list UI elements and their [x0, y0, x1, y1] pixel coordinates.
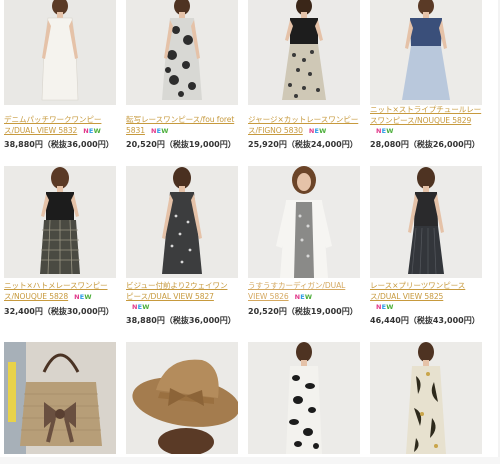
botanical-print-dress-photo[interactable]: [370, 342, 482, 454]
product-name[interactable]: ニット×ハトメレースワンピー ス/NOUQUE 5828 NEW: [4, 280, 124, 303]
product-name-line1: ニット×ハトメレースワンピー: [4, 281, 108, 290]
product-name-line1: ニット×ストライプチュールレー: [370, 105, 482, 114]
straw-hat-photo[interactable]: [126, 342, 238, 454]
product-price: 25,920円（税抜24,000円）: [248, 140, 358, 149]
product-name-line1: 転写レースワンピース/fou foret: [126, 115, 235, 124]
product-name-line1: ジャージ×カットレースワンピー: [248, 115, 359, 124]
product-price: 46,440円（税抜43,000円）: [370, 316, 480, 325]
product-name-line2: ス/FIGNO 5830: [248, 126, 303, 135]
product-name-line2: 5831: [126, 126, 145, 135]
blue-tulle-dress-photo[interactable]: [370, 0, 482, 105]
new-badge: NEW: [132, 303, 150, 311]
black-check-dress-photo[interactable]: [4, 166, 116, 278]
new-badge: NEW: [150, 127, 169, 135]
product-price: 20,520円（税抜19,000円）: [126, 140, 236, 149]
product-name-line2: ス/DUAL VIEW 5825: [370, 292, 444, 301]
product-name-line2: ス/DUAL VIEW 5832: [4, 126, 78, 135]
product-grid: デニムパッチワークワンピー ス/DUAL VIEW 5832 NEW 38,880…: [0, 0, 500, 464]
product-name-line1: ビジュー付前より2ウェイワン: [126, 281, 228, 290]
product-name-line1: デニムパッチワークワンピー: [4, 115, 102, 124]
new-badge: NEW: [294, 293, 313, 301]
product-name[interactable]: 転写レースワンピース/fou foret 5831 NEW: [126, 114, 246, 137]
black-lace-pleat-photo[interactable]: [370, 166, 482, 278]
product-name[interactable]: レース×プリーツワンピース ス/DUAL VIEW 5825: [370, 280, 490, 302]
product-price: 38,880円（税抜36,000円）: [4, 140, 114, 149]
new-badge: NEW: [83, 127, 101, 135]
product-name-line1: レース×プリーツワンピース: [370, 281, 466, 290]
product-price: 28,080円（税抜26,000円）: [370, 140, 480, 149]
new-badge: NEW: [376, 303, 394, 311]
new-badge: NEW: [308, 127, 327, 135]
new-badge: NEW: [74, 293, 92, 301]
product-name-line2: スワンピース/NOUQUE 5829: [370, 116, 472, 125]
product-name[interactable]: ニット×ストライプチュールレー スワンピース/NOUQUE 5829: [370, 104, 490, 126]
page-bottom-strip: [0, 457, 500, 464]
product-name[interactable]: デニムパッチワークワンピー ス/DUAL VIEW 5832 NEW: [4, 114, 124, 137]
product-price: 20,520円（税抜19,000円）: [248, 307, 358, 316]
product-price: 38,880円（税抜36,000円）: [126, 316, 236, 325]
white-cardigan-photo[interactable]: [248, 166, 360, 278]
black-lace-dress-photo[interactable]: [248, 0, 360, 105]
straw-bag-photo[interactable]: [4, 342, 116, 454]
product-price: 32,400円（税抜30,000円）: [4, 307, 114, 316]
floral-dress-photo[interactable]: [126, 0, 238, 105]
new-badge: NEW: [376, 127, 394, 135]
product-name[interactable]: うすうすカーディガン/DUAL VIEW 5826 NEW: [248, 280, 368, 303]
product-name[interactable]: ビジュー付前より2ウェイワン ピース/DUAL VIEW 5827: [126, 280, 246, 302]
white-dress-photo[interactable]: [4, 0, 116, 105]
product-name-line2: VIEW 5826: [248, 292, 289, 301]
product-name-line1: うすうすカーディガン/DUAL: [248, 281, 346, 290]
product-name[interactable]: ジャージ×カットレースワンピー ス/FIGNO 5830 NEW: [248, 114, 368, 137]
black-white-print-dress-photo[interactable]: [248, 342, 360, 454]
product-name-line2: ピース/DUAL VIEW 5827: [126, 292, 214, 301]
product-name-line2: ス/NOUQUE 5828: [4, 292, 69, 301]
grey-bijou-dress-photo[interactable]: [126, 166, 238, 278]
